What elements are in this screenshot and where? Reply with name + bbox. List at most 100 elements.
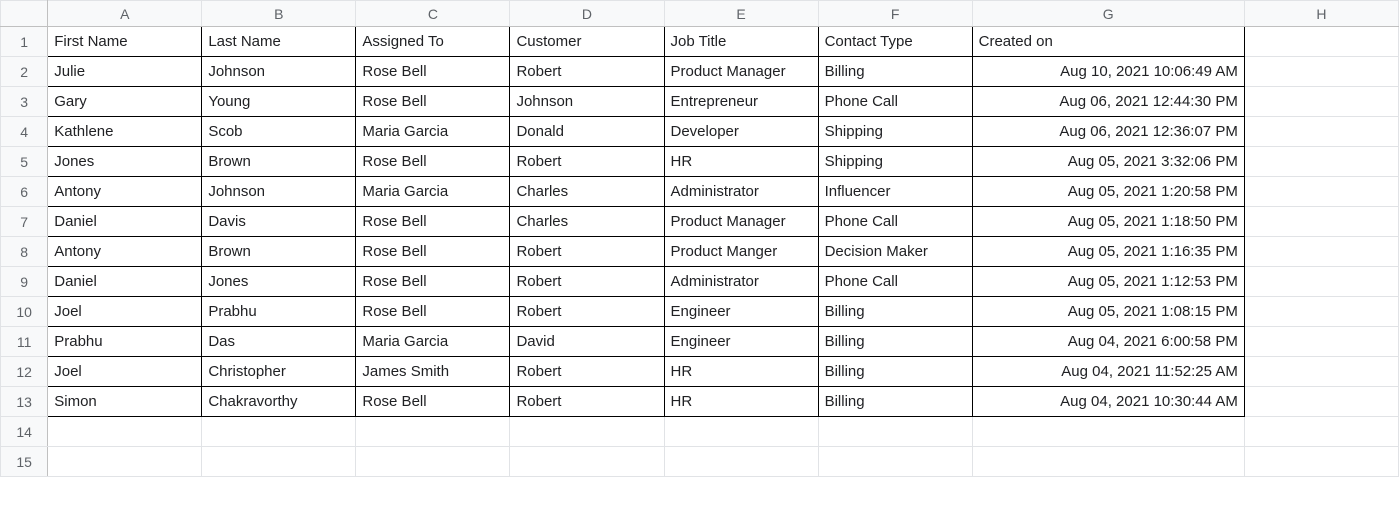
cell-E7[interactable]: Product Manager [664,207,818,237]
cell-C5[interactable]: Rose Bell [356,147,510,177]
row-header-3[interactable]: 3 [1,87,48,117]
cell-F2[interactable]: Billing [818,57,972,87]
cell-G6[interactable]: Aug 05, 2021 1:20:58 PM [972,177,1244,207]
spreadsheet-grid[interactable]: A B C D E F G H 1 First Name Last Name A… [0,0,1399,477]
cell-A7[interactable]: Daniel [48,207,202,237]
cell-F14[interactable] [818,417,972,447]
cell-H8[interactable] [1244,237,1398,267]
cell-F3[interactable]: Phone Call [818,87,972,117]
cell-F13[interactable]: Billing [818,387,972,417]
cell-H15[interactable] [1244,447,1398,477]
cell-B2[interactable]: Johnson [202,57,356,87]
cell-D14[interactable] [510,417,664,447]
cell-B12[interactable]: Christopher [202,357,356,387]
cell-E1[interactable]: Job Title [664,27,818,57]
cell-F10[interactable]: Billing [818,297,972,327]
cell-D10[interactable]: Robert [510,297,664,327]
cell-C8[interactable]: Rose Bell [356,237,510,267]
cell-E6[interactable]: Administrator [664,177,818,207]
cell-H12[interactable] [1244,357,1398,387]
cell-E9[interactable]: Administrator [664,267,818,297]
col-header-C[interactable]: C [356,1,510,27]
select-all-corner[interactable] [1,1,48,27]
cell-F15[interactable] [818,447,972,477]
col-header-G[interactable]: G [972,1,1244,27]
cell-E5[interactable]: HR [664,147,818,177]
cell-D8[interactable]: Robert [510,237,664,267]
cell-D13[interactable]: Robert [510,387,664,417]
cell-H13[interactable] [1244,387,1398,417]
cell-F9[interactable]: Phone Call [818,267,972,297]
cell-F11[interactable]: Billing [818,327,972,357]
row-header-1[interactable]: 1 [1,27,48,57]
cell-C13[interactable]: Rose Bell [356,387,510,417]
cell-C6[interactable]: Maria Garcia [356,177,510,207]
col-header-A[interactable]: A [48,1,202,27]
cell-D6[interactable]: Charles [510,177,664,207]
cell-C4[interactable]: Maria Garcia [356,117,510,147]
cell-G8[interactable]: Aug 05, 2021 1:16:35 PM [972,237,1244,267]
cell-D1[interactable]: Customer [510,27,664,57]
cell-B11[interactable]: Das [202,327,356,357]
row-header-14[interactable]: 14 [1,417,48,447]
cell-H6[interactable] [1244,177,1398,207]
cell-A9[interactable]: Daniel [48,267,202,297]
cell-B1[interactable]: Last Name [202,27,356,57]
cell-D4[interactable]: Donald [510,117,664,147]
cell-A3[interactable]: Gary [48,87,202,117]
row-header-12[interactable]: 12 [1,357,48,387]
cell-A8[interactable]: Antony [48,237,202,267]
cell-F5[interactable]: Shipping [818,147,972,177]
cell-G12[interactable]: Aug 04, 2021 11:52:25 AM [972,357,1244,387]
row-header-13[interactable]: 13 [1,387,48,417]
cell-B10[interactable]: Prabhu [202,297,356,327]
row-header-11[interactable]: 11 [1,327,48,357]
cell-D2[interactable]: Robert [510,57,664,87]
cell-H14[interactable] [1244,417,1398,447]
cell-H1[interactable] [1244,27,1398,57]
cell-D7[interactable]: Charles [510,207,664,237]
cell-E15[interactable] [664,447,818,477]
row-header-6[interactable]: 6 [1,177,48,207]
cell-A13[interactable]: Simon [48,387,202,417]
cell-C14[interactable] [356,417,510,447]
cell-B4[interactable]: Scob [202,117,356,147]
cell-F1[interactable]: Contact Type [818,27,972,57]
cell-E11[interactable]: Engineer [664,327,818,357]
cell-G1[interactable]: Created on [972,27,1244,57]
row-header-2[interactable]: 2 [1,57,48,87]
cell-A12[interactable]: Joel [48,357,202,387]
cell-D5[interactable]: Robert [510,147,664,177]
cell-E14[interactable] [664,417,818,447]
cell-G4[interactable]: Aug 06, 2021 12:36:07 PM [972,117,1244,147]
cell-H7[interactable] [1244,207,1398,237]
cell-E2[interactable]: Product Manager [664,57,818,87]
cell-E10[interactable]: Engineer [664,297,818,327]
col-header-H[interactable]: H [1244,1,1398,27]
cell-E8[interactable]: Product Manger [664,237,818,267]
cell-B9[interactable]: Jones [202,267,356,297]
cell-B13[interactable]: Chakravorthy [202,387,356,417]
cell-C1[interactable]: Assigned To [356,27,510,57]
cell-A6[interactable]: Antony [48,177,202,207]
cell-D11[interactable]: David [510,327,664,357]
cell-E4[interactable]: Developer [664,117,818,147]
cell-A11[interactable]: Prabhu [48,327,202,357]
cell-G7[interactable]: Aug 05, 2021 1:18:50 PM [972,207,1244,237]
cell-G2[interactable]: Aug 10, 2021 10:06:49 AM [972,57,1244,87]
cell-F4[interactable]: Shipping [818,117,972,147]
cell-A2[interactable]: Julie [48,57,202,87]
cell-A5[interactable]: Jones [48,147,202,177]
cell-H3[interactable] [1244,87,1398,117]
cell-B15[interactable] [202,447,356,477]
col-header-B[interactable]: B [202,1,356,27]
cell-C7[interactable]: Rose Bell [356,207,510,237]
cell-B5[interactable]: Brown [202,147,356,177]
cell-D15[interactable] [510,447,664,477]
cell-H9[interactable] [1244,267,1398,297]
cell-A4[interactable]: Kathlene [48,117,202,147]
cell-H5[interactable] [1244,147,1398,177]
cell-H10[interactable] [1244,297,1398,327]
cell-F6[interactable]: Influencer [818,177,972,207]
row-header-8[interactable]: 8 [1,237,48,267]
